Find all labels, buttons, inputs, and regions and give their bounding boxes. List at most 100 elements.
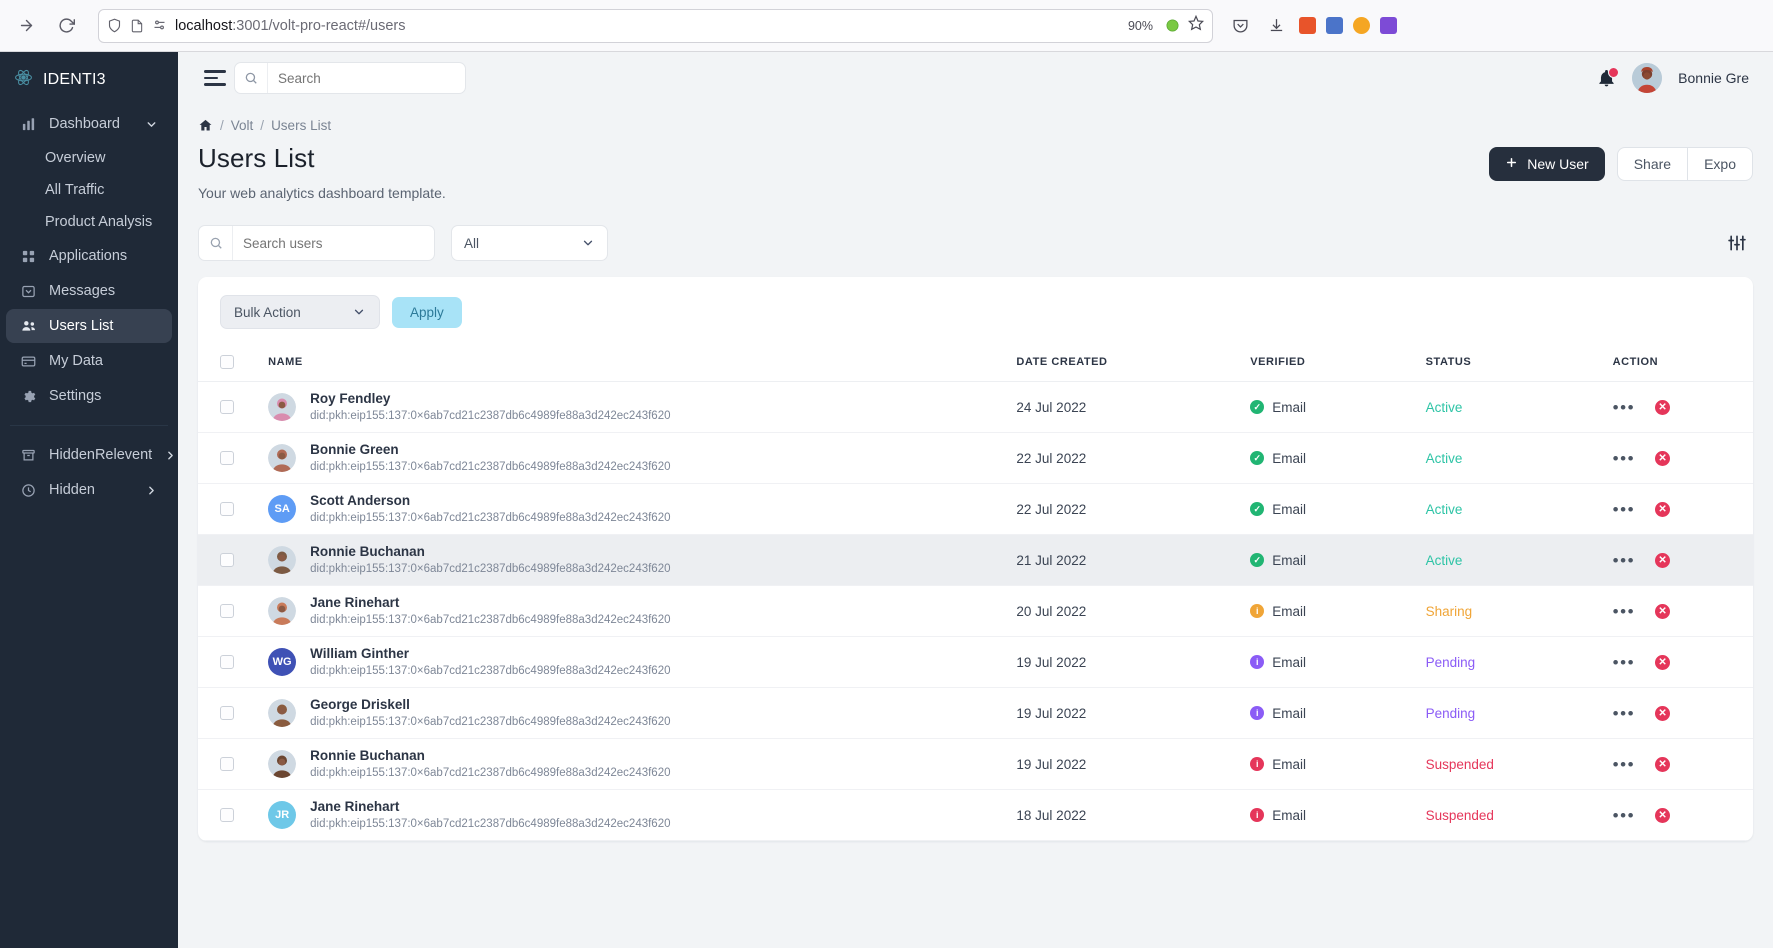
- pocket-icon[interactable]: [1227, 13, 1253, 39]
- delete-row-icon[interactable]: ✕: [1655, 501, 1671, 517]
- user-name: Jane Rinehart: [310, 594, 400, 610]
- row-checkbox[interactable]: [220, 808, 234, 822]
- sidebar-item-messages[interactable]: Messages: [6, 274, 172, 308]
- extension-icon-1[interactable]: [1299, 17, 1316, 34]
- breadcrumb-item-users-list[interactable]: Users List: [271, 118, 331, 133]
- sidebar-toggle-icon[interactable]: [198, 70, 226, 86]
- chevron-down-icon: [352, 305, 366, 319]
- row-menu-icon[interactable]: •••: [1613, 501, 1635, 518]
- sidebar-item-hidden[interactable]: Hidden: [6, 473, 172, 507]
- notifications-button[interactable]: [1597, 66, 1620, 88]
- sidebar-item-all-traffic[interactable]: All Traffic: [0, 174, 178, 206]
- table-row[interactable]: Jane Rinehart did:pkh:eip155:137:0×6ab7c…: [198, 585, 1753, 637]
- cell-name: Roy Fendley did:pkh:eip155:137:0×6ab7cd2…: [268, 381, 1017, 433]
- cell-status: Suspended: [1425, 789, 1613, 841]
- sidebar-item-applications[interactable]: Applications: [6, 239, 172, 273]
- status-badge: Active: [1425, 399, 1463, 415]
- delete-row-icon[interactable]: ✕: [1655, 603, 1671, 619]
- cell-status: Pending: [1425, 687, 1613, 739]
- table-row[interactable]: Ronnie Buchanan did:pkh:eip155:137:0×6ab…: [198, 534, 1753, 586]
- row-menu-icon[interactable]: •••: [1613, 705, 1635, 722]
- address-bar[interactable]: localhost:3001/volt-pro-react#/users 90%: [98, 8, 1213, 43]
- sidebar-label-all-traffic: All Traffic: [45, 182, 105, 198]
- row-checkbox[interactable]: [220, 757, 234, 771]
- row-menu-icon[interactable]: •••: [1613, 552, 1635, 569]
- verified-status-icon: ✓: [1250, 553, 1265, 567]
- sidebar-item-product-analysis[interactable]: Product Analysis: [0, 206, 178, 238]
- reader-mode-icon[interactable]: [1165, 18, 1180, 33]
- reload-button[interactable]: [50, 10, 82, 42]
- sidebar-item-dashboard[interactable]: Dashboard: [6, 107, 172, 141]
- downloads-icon[interactable]: [1263, 13, 1289, 39]
- sliders-icon[interactable]: [1727, 233, 1753, 253]
- table-row[interactable]: George Driskell did:pkh:eip155:137:0×6ab…: [198, 687, 1753, 739]
- table-row[interactable]: Bonnie Green did:pkh:eip155:137:0×6ab7cd…: [198, 432, 1753, 484]
- verified-label: Email: [1272, 501, 1306, 517]
- delete-row-icon[interactable]: ✕: [1655, 450, 1671, 466]
- bookmark-star-icon[interactable]: [1187, 14, 1205, 36]
- global-search-input[interactable]: [268, 70, 465, 86]
- row-checkbox[interactable]: [220, 502, 234, 516]
- row-checkbox[interactable]: [220, 451, 234, 465]
- search-users-input[interactable]: [233, 235, 434, 251]
- row-menu-icon[interactable]: •••: [1613, 603, 1635, 620]
- avatar[interactable]: [1632, 63, 1663, 93]
- row-checkbox[interactable]: [220, 604, 234, 618]
- row-checkbox[interactable]: [220, 706, 234, 720]
- table-row[interactable]: Ronnie Buchanan did:pkh:eip155:137:0×6ab…: [198, 738, 1753, 790]
- brand[interactable]: IDENTI3: [0, 52, 178, 106]
- user-name: Roy Fendley: [310, 390, 391, 406]
- verified-status-icon: i: [1250, 706, 1265, 720]
- row-menu-icon[interactable]: •••: [1613, 450, 1635, 467]
- cell-date-created: 21 Jul 2022: [1016, 534, 1251, 586]
- extension-icon-4[interactable]: [1380, 17, 1397, 34]
- sidebar-item-hiddenrelevent[interactable]: HiddenRelevent: [6, 438, 174, 472]
- zoom-level-badge[interactable]: 90%: [1128, 19, 1157, 33]
- delete-row-icon[interactable]: ✕: [1655, 654, 1671, 670]
- user-did: did:pkh:eip155:137:0×6ab7cd21c2387db6c49…: [310, 817, 671, 830]
- row-select-cell: [198, 432, 269, 484]
- delete-row-icon[interactable]: ✕: [1655, 399, 1671, 415]
- apply-button[interactable]: Apply: [392, 296, 462, 328]
- search-users[interactable]: [198, 225, 435, 261]
- global-search[interactable]: [234, 62, 466, 94]
- sidebar-item-overview[interactable]: Overview: [0, 142, 178, 174]
- bulk-action-select[interactable]: Bulk Action: [220, 295, 380, 329]
- sidebar-item-my-data[interactable]: My Data: [6, 344, 172, 378]
- row-checkbox[interactable]: [220, 655, 234, 669]
- forward-button[interactable]: [10, 10, 42, 42]
- user-did: did:pkh:eip155:137:0×6ab7cd21c2387db6c49…: [310, 664, 671, 677]
- row-checkbox[interactable]: [220, 553, 234, 567]
- table-row[interactable]: SA Scott Anderson did:pkh:eip155:137:0×6…: [198, 483, 1753, 535]
- breadcrumb-item-volt[interactable]: Volt: [231, 118, 254, 133]
- row-menu-icon[interactable]: •••: [1613, 399, 1635, 416]
- table-row[interactable]: Roy Fendley did:pkh:eip155:137:0×6ab7cd2…: [198, 381, 1753, 433]
- row-menu-icon[interactable]: •••: [1613, 807, 1635, 824]
- table-row[interactable]: WG William Ginther did:pkh:eip155:137:0×…: [198, 636, 1753, 688]
- row-menu-icon[interactable]: •••: [1613, 654, 1635, 671]
- chevron-down-icon: [145, 118, 158, 131]
- share-button[interactable]: Share: [1616, 147, 1689, 181]
- cell-date-created: 24 Jul 2022: [1016, 381, 1251, 433]
- shield-icon: [107, 18, 122, 33]
- row-checkbox[interactable]: [220, 400, 234, 414]
- delete-row-icon[interactable]: ✕: [1655, 807, 1671, 823]
- table-row[interactable]: JR Jane Rinehart did:pkh:eip155:137:0×6a…: [198, 789, 1753, 841]
- verified-status-icon: ✓: [1250, 451, 1265, 465]
- extension-icon-2[interactable]: [1326, 17, 1343, 34]
- sidebar-item-users-list[interactable]: Users List: [6, 309, 172, 343]
- sidebar-item-settings[interactable]: Settings: [6, 379, 172, 413]
- sidebar-label-overview: Overview: [45, 150, 106, 166]
- row-menu-icon[interactable]: •••: [1613, 756, 1635, 773]
- delete-row-icon[interactable]: ✕: [1655, 552, 1671, 568]
- new-user-button[interactable]: New User: [1489, 147, 1605, 181]
- cell-action: ••• ✕: [1612, 432, 1753, 484]
- delete-row-icon[interactable]: ✕: [1655, 756, 1671, 772]
- status-filter-select[interactable]: All: [451, 225, 608, 261]
- home-icon[interactable]: [198, 118, 213, 133]
- export-button[interactable]: Expo: [1688, 147, 1753, 181]
- profile-name[interactable]: Bonnie Gre: [1678, 70, 1749, 86]
- select-all-checkbox[interactable]: [220, 355, 234, 369]
- delete-row-icon[interactable]: ✕: [1655, 705, 1671, 721]
- extension-icon-3[interactable]: [1353, 17, 1370, 34]
